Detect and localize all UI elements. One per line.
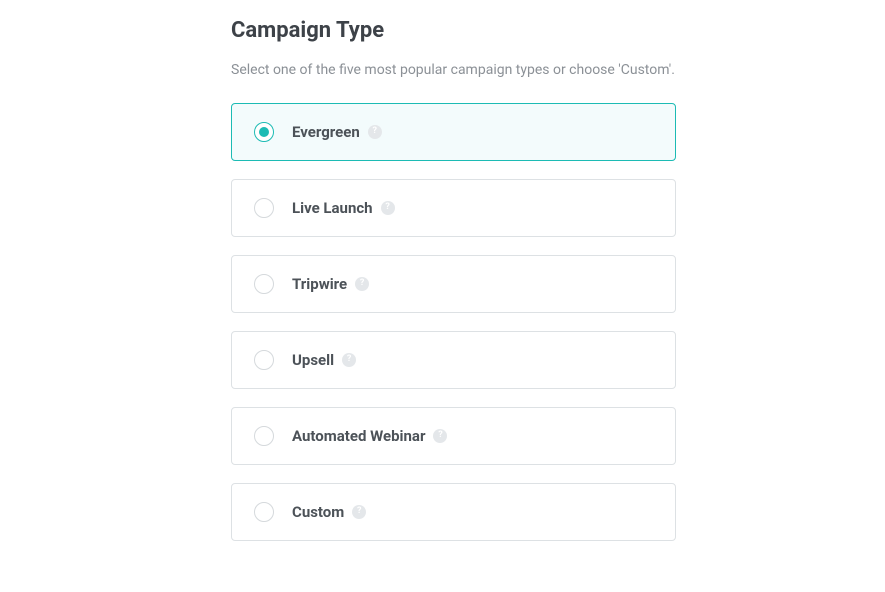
option-label: Automated Webinar — [292, 427, 425, 445]
option-label: Live Launch — [292, 199, 373, 217]
help-icon[interactable]: ? — [368, 125, 382, 139]
help-icon[interactable]: ? — [433, 429, 447, 443]
option-custom[interactable]: Custom ? — [231, 483, 676, 541]
radio-icon — [254, 426, 274, 446]
help-icon[interactable]: ? — [352, 505, 366, 519]
option-tripwire[interactable]: Tripwire ? — [231, 255, 676, 313]
section-subtitle: Select one of the five most popular camp… — [231, 61, 676, 81]
radio-icon — [254, 350, 274, 370]
radio-icon — [254, 198, 274, 218]
help-icon[interactable]: ? — [342, 353, 356, 367]
radio-icon — [254, 274, 274, 294]
radio-icon — [254, 502, 274, 522]
option-label: Tripwire — [292, 275, 347, 293]
option-upsell[interactable]: Upsell ? — [231, 331, 676, 389]
option-label: Evergreen — [292, 123, 360, 141]
option-label: Custom — [292, 503, 344, 521]
section-title: Campaign Type — [231, 18, 676, 43]
option-label: Upsell — [292, 351, 334, 369]
option-evergreen[interactable]: Evergreen ? — [231, 103, 676, 161]
radio-dot-icon — [259, 127, 269, 137]
radio-icon — [254, 122, 274, 142]
campaign-type-section: Campaign Type Select one of the five mos… — [231, 18, 676, 541]
option-live-launch[interactable]: Live Launch ? — [231, 179, 676, 237]
help-icon[interactable]: ? — [381, 201, 395, 215]
help-icon[interactable]: ? — [355, 277, 369, 291]
option-automated-webinar[interactable]: Automated Webinar ? — [231, 407, 676, 465]
